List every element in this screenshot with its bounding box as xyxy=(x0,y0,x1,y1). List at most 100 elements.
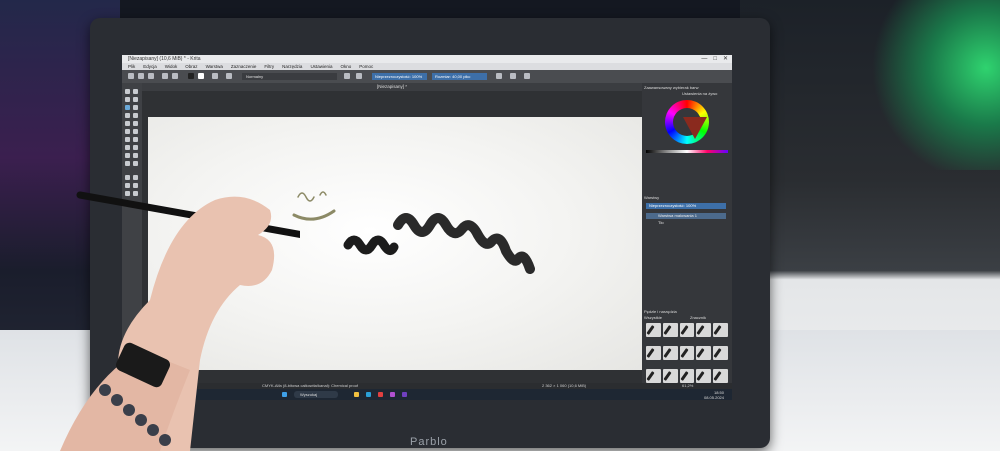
window-title: [Niezapisany] (10,6 MiB) * - Krita xyxy=(128,56,201,62)
size-slider[interactable]: Rozmiar: 40,00 pikc xyxy=(432,73,487,80)
sketch-stroke-underline xyxy=(292,209,336,221)
bezier-tool-icon[interactable] xyxy=(125,129,130,134)
brush-preset[interactable] xyxy=(696,346,712,360)
polyline-tool-icon[interactable] xyxy=(133,121,138,126)
menu-layer[interactable]: Warstwa xyxy=(206,63,223,70)
color-picker-tool-icon[interactable] xyxy=(133,161,138,166)
menu-bar: Plik Edycja Widok Obraz Warstwa Zaznacze… xyxy=(122,63,732,70)
window-controls: — □ ✕ xyxy=(701,55,728,63)
menu-window[interactable]: Okno xyxy=(340,63,351,70)
brush-preset[interactable] xyxy=(646,323,661,337)
file-explorer-icon[interactable] xyxy=(354,392,359,397)
maximize-button[interactable]: □ xyxy=(713,55,717,63)
tool-options-bar: Normalny Nieprzezroczystość: 100% Rozmia… xyxy=(122,70,732,83)
brush-preset[interactable] xyxy=(646,346,661,360)
line-tool-icon[interactable] xyxy=(133,105,138,110)
blend-mode-select[interactable]: Normalny xyxy=(242,73,337,80)
edit-shapes-tool-icon[interactable] xyxy=(125,97,130,102)
hand-with-stylus xyxy=(60,191,300,451)
brush-preset[interactable] xyxy=(646,369,661,383)
menu-tools[interactable]: Narzędzia xyxy=(282,63,302,70)
freehand-brush-tool-icon[interactable] xyxy=(125,105,130,110)
brush-preset[interactable] xyxy=(713,346,728,360)
document-tab[interactable]: [Niezapisany] * xyxy=(142,83,642,91)
brush-preset[interactable] xyxy=(679,323,695,337)
taskbar-search[interactable]: Wyszukaj xyxy=(294,391,338,398)
brush-preset[interactable] xyxy=(696,369,712,383)
menu-view[interactable]: Widok xyxy=(165,63,178,70)
clock: 18:50 08.05.2024 xyxy=(704,390,724,400)
fill-tool-icon[interactable] xyxy=(133,153,138,158)
brush-tag-select[interactable]: Wszystkie xyxy=(644,315,684,321)
brush-preset[interactable] xyxy=(679,369,695,383)
tablet-brand: Parblo xyxy=(410,436,448,448)
sketch-stroke-small xyxy=(297,191,327,202)
chrome-icon[interactable] xyxy=(378,392,383,397)
rectangle-tool-icon[interactable] xyxy=(125,113,130,118)
foreground-color-icon[interactable] xyxy=(188,73,194,79)
select-shapes-tool-icon[interactable] xyxy=(125,89,130,94)
ellipse-tool-icon[interactable] xyxy=(133,113,138,118)
mirror-icon[interactable] xyxy=(496,73,502,79)
brush-preset[interactable] xyxy=(662,369,678,383)
menu-select[interactable]: Zaznaczenie xyxy=(231,63,257,70)
opacity-slider[interactable]: Nieprzezroczystość: 100% xyxy=(372,73,427,80)
save-icon[interactable] xyxy=(148,73,154,79)
krita-icon[interactable] xyxy=(390,392,395,397)
clock-date: 08.05.2024 xyxy=(703,395,724,400)
undo-icon[interactable] xyxy=(162,73,168,79)
new-document-icon[interactable] xyxy=(128,73,134,79)
eraser-mode-icon[interactable] xyxy=(344,73,350,79)
pattern-icon[interactable] xyxy=(212,73,218,79)
transform-tool-icon[interactable] xyxy=(125,153,130,158)
crop-tool-icon[interactable] xyxy=(125,145,130,150)
monitor-glow xyxy=(860,0,1000,170)
move-tool-icon[interactable] xyxy=(133,145,138,150)
play-icon[interactable] xyxy=(510,73,516,79)
menu-image[interactable]: Obraz xyxy=(185,63,197,70)
wrap-around-icon[interactable] xyxy=(524,73,530,79)
live-settings-tab[interactable]: Ustawienia na żywo xyxy=(682,91,730,97)
background-color-icon[interactable] xyxy=(198,73,204,79)
gradient-tool-icon[interactable] xyxy=(125,161,130,166)
brush-preset[interactable] xyxy=(713,369,728,383)
layers-title: Warstwy xyxy=(644,195,660,200)
app-icon[interactable] xyxy=(402,392,407,397)
dynamic-brush-tool-icon[interactable] xyxy=(125,137,130,142)
color-history-bar[interactable] xyxy=(646,150,728,153)
brush-preset[interactable] xyxy=(679,346,695,360)
color-wheel[interactable] xyxy=(665,100,709,144)
open-icon[interactable] xyxy=(138,73,144,79)
photo-scene: Parblo [Niezapisany] (10,6 MiB) * - Krit… xyxy=(0,0,1000,451)
title-bar: [Niezapisany] (10,6 MiB) * - Krita — □ ✕ xyxy=(122,55,732,63)
color-wheel-center xyxy=(673,108,707,139)
multibrush-tool-icon[interactable] xyxy=(133,137,138,142)
minimize-button[interactable]: — xyxy=(701,55,707,63)
layer-opacity-slider[interactable]: Nieprzezroczystość: 100% xyxy=(646,203,726,209)
preserve-alpha-icon[interactable] xyxy=(356,73,362,79)
brush-preset[interactable] xyxy=(696,323,712,337)
docker-panels: Zaawansowany wybierak barw Ustawienia na… xyxy=(642,83,732,400)
brush-preset[interactable] xyxy=(713,323,728,337)
brush-search-field[interactable]: Znacznik xyxy=(690,315,730,321)
text-tool-icon[interactable] xyxy=(133,89,138,94)
squiggle-stroke-short xyxy=(343,235,399,255)
menu-edit[interactable]: Edycja xyxy=(143,63,157,70)
menu-settings[interactable]: Ustawienia xyxy=(310,63,332,70)
color-triangle[interactable] xyxy=(683,117,707,139)
brush-preset[interactable] xyxy=(662,346,678,360)
squiggle-stroke-long xyxy=(393,213,535,274)
layer-row-paint[interactable]: Warstwa malowania 1 xyxy=(646,213,726,219)
menu-help[interactable]: Pomoc xyxy=(359,63,373,70)
freehand-path-tool-icon[interactable] xyxy=(133,129,138,134)
calligraphy-tool-icon[interactable] xyxy=(133,97,138,102)
menu-file[interactable]: Plik xyxy=(128,63,135,70)
polygon-tool-icon[interactable] xyxy=(125,121,130,126)
menu-filters[interactable]: Filtry xyxy=(264,63,274,70)
edge-icon[interactable] xyxy=(366,392,371,397)
redo-icon[interactable] xyxy=(172,73,178,79)
brush-preset[interactable] xyxy=(662,323,678,337)
brush-preset-icon[interactable] xyxy=(226,73,232,79)
layer-row-background[interactable]: Tło xyxy=(646,220,726,226)
close-button[interactable]: ✕ xyxy=(723,55,728,63)
